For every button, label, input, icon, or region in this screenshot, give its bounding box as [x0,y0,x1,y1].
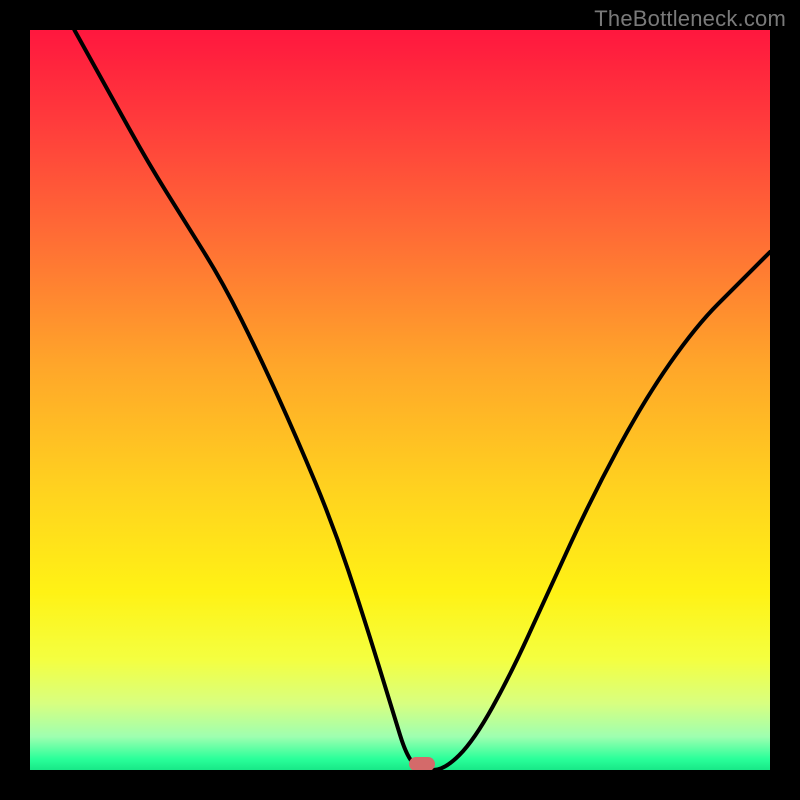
bottleneck-curve [30,30,770,770]
plot-area [30,30,770,770]
watermark-text: TheBottleneck.com [594,6,786,32]
optimal-point-marker [409,757,435,770]
chart-frame: TheBottleneck.com [0,0,800,800]
